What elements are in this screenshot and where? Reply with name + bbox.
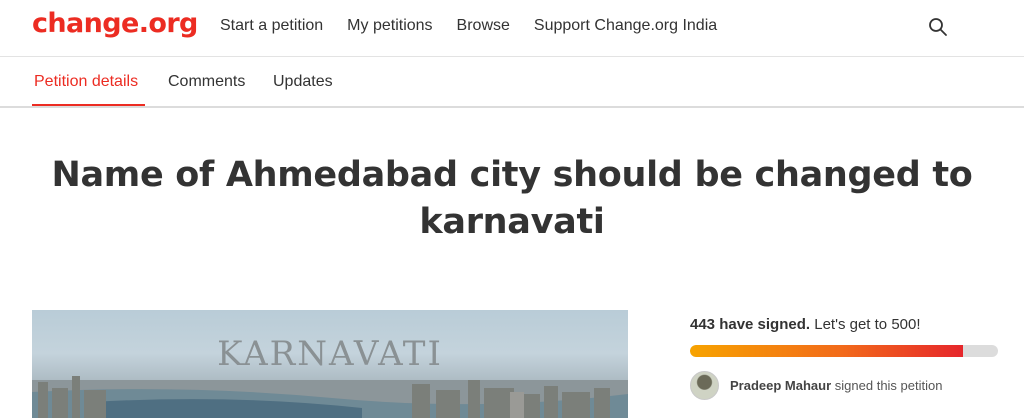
signature-goal-text: Let's get to 500!	[814, 316, 921, 333]
tab-petition-details[interactable]: Petition details	[34, 73, 138, 91]
recent-signer: Pradeep Mahaur signed this petition	[730, 378, 942, 393]
main-nav: Start a petition My petitions Browse Sup…	[220, 17, 717, 35]
search-icon[interactable]	[928, 17, 948, 37]
avatar[interactable]	[690, 371, 719, 400]
tab-comments[interactable]: Comments	[168, 73, 245, 91]
petition-title: Name of Ahmedabad city should be changed…	[40, 152, 984, 246]
top-navigation-bar: change.org Start a petition My petitions…	[0, 0, 1024, 57]
petition-title-line-2: karnavati	[419, 202, 605, 242]
nav-start-petition[interactable]: Start a petition	[220, 17, 323, 35]
petition-title-line-1: Name of Ahmedabad city should be changed…	[51, 155, 973, 195]
tab-updates[interactable]: Updates	[273, 73, 333, 91]
signer-name[interactable]: Pradeep Mahaur	[730, 378, 831, 393]
signature-count-number: 443 have signed.	[690, 316, 811, 333]
signature-count: 443 have signed. Let's get to 500!	[690, 316, 921, 333]
active-tab-indicator	[32, 104, 145, 106]
nav-browse[interactable]: Browse	[457, 17, 510, 35]
petition-image: KARNAVATI	[32, 310, 628, 418]
signer-suffix: signed this petition	[834, 378, 943, 393]
signature-progress-fill	[690, 345, 963, 357]
nav-my-petitions[interactable]: My petitions	[347, 17, 432, 35]
change-org-logo[interactable]: change.org	[32, 8, 198, 39]
image-caption-text: KARNAVATI	[217, 334, 443, 374]
signature-progress-bar	[690, 345, 998, 357]
nav-support-india[interactable]: Support Change.org India	[534, 17, 717, 35]
petition-tabs: Petition details Comments Updates	[0, 57, 1024, 108]
